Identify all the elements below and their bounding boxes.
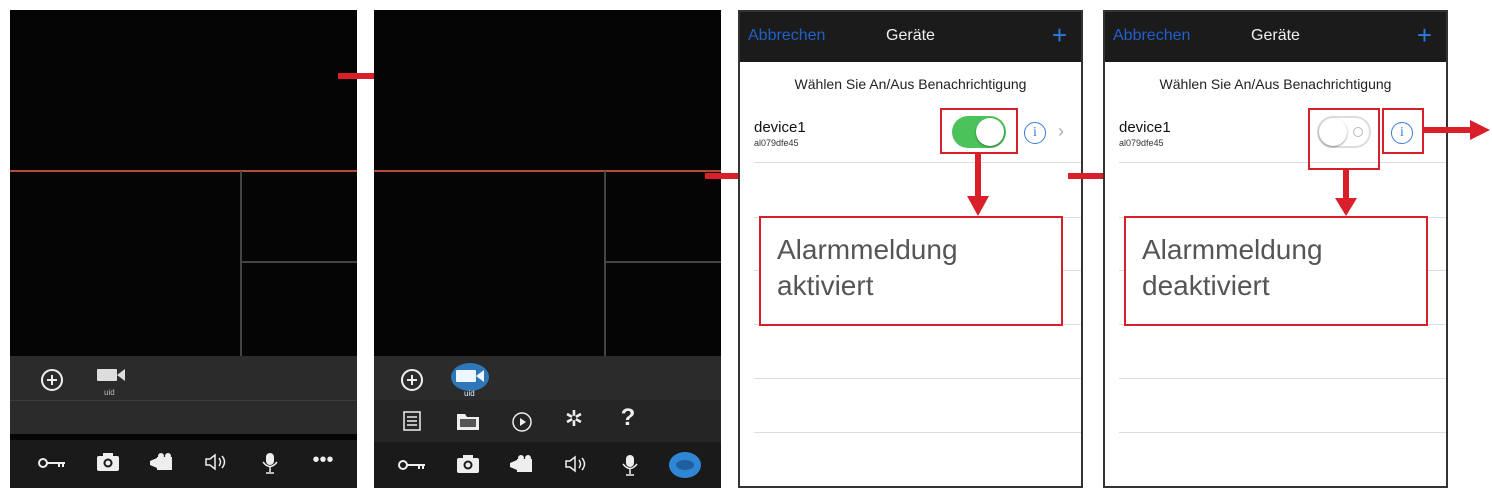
toggle-highlight xyxy=(940,108,1018,154)
bottom-bar xyxy=(374,442,721,488)
callout-line-1: Alarmmeldung xyxy=(1142,234,1323,265)
microphone-icon[interactable] xyxy=(256,452,284,478)
toolbar: uid xyxy=(374,356,721,400)
speaker-icon[interactable] xyxy=(562,454,590,478)
callout-line-2: deaktiviert xyxy=(1142,270,1270,301)
key-icon[interactable] xyxy=(396,456,428,476)
grid-divider xyxy=(240,171,242,356)
folder-icon[interactable] xyxy=(454,411,482,435)
more-icon[interactable]: ••• xyxy=(308,450,338,470)
video-camera-icon[interactable] xyxy=(94,366,128,388)
speaker-icon[interactable] xyxy=(202,452,230,476)
bottom-bar: ••• xyxy=(10,440,357,488)
grid-divider xyxy=(605,261,721,263)
camera-icon[interactable] xyxy=(94,452,122,476)
add-circle-icon[interactable] xyxy=(398,368,426,396)
list-icon[interactable] xyxy=(398,411,426,435)
add-device-button[interactable]: + xyxy=(1052,20,1067,51)
selected-divider xyxy=(10,170,357,172)
function-bar: ✲ ? xyxy=(374,400,721,442)
camera-icon[interactable] xyxy=(454,454,482,478)
help-icon[interactable]: ? xyxy=(614,406,642,430)
camera-screen-2: uid ✲ ? xyxy=(374,10,721,488)
nav-bar: Abbrechen Geräte + xyxy=(740,12,1081,62)
toolbar: uid xyxy=(10,356,357,434)
notification-prompt: Wählen Sie An/Aus Benachrichtigung xyxy=(1159,76,1392,92)
uid-label: uid xyxy=(104,388,115,397)
callout-line-1: Alarmmeldung xyxy=(777,234,958,265)
page-title: Geräte xyxy=(886,27,935,44)
grid-divider xyxy=(241,261,357,263)
arrow-right-icon xyxy=(1424,120,1490,140)
video-tile-main[interactable] xyxy=(10,10,357,170)
device-name: device1 xyxy=(754,119,806,136)
camera-screen-1: uid ••• xyxy=(10,10,357,488)
page-title: Geräte xyxy=(1251,27,1300,44)
notification-prompt: Wählen Sie An/Aus Benachrichtigung xyxy=(794,76,1027,92)
gear-icon[interactable]: ✲ xyxy=(560,408,588,430)
callout-activated: Alarmmeldung aktiviert xyxy=(759,216,1063,326)
callout-deactivated: Alarmmeldung deaktiviert xyxy=(1124,216,1428,326)
nav-bar: Abbrechen Geräte + xyxy=(1105,12,1446,62)
callout-line-2: aktiviert xyxy=(777,270,874,301)
arrow-down-icon xyxy=(1335,168,1357,216)
info-icon[interactable]: i xyxy=(1024,122,1046,144)
add-circle-icon[interactable] xyxy=(38,368,66,396)
toggle-highlight xyxy=(1308,108,1380,170)
device-id: al079dfe45 xyxy=(754,138,799,148)
add-device-button[interactable]: + xyxy=(1417,20,1432,51)
video-record-icon[interactable] xyxy=(508,454,536,478)
microphone-icon[interactable] xyxy=(616,454,644,480)
settings-badge-icon[interactable] xyxy=(668,450,702,484)
key-icon[interactable] xyxy=(36,454,68,474)
device-name: device1 xyxy=(1119,119,1171,136)
uid-label: uid xyxy=(464,389,475,398)
chevron-right-icon[interactable]: › xyxy=(1058,121,1064,142)
grid-divider xyxy=(604,171,606,356)
arrow-down-icon xyxy=(967,154,989,216)
play-icon[interactable] xyxy=(508,411,536,437)
info-highlight xyxy=(1382,108,1424,154)
selected-divider xyxy=(374,170,721,172)
device-id: al079dfe45 xyxy=(1119,138,1164,148)
video-record-icon[interactable] xyxy=(148,452,176,476)
